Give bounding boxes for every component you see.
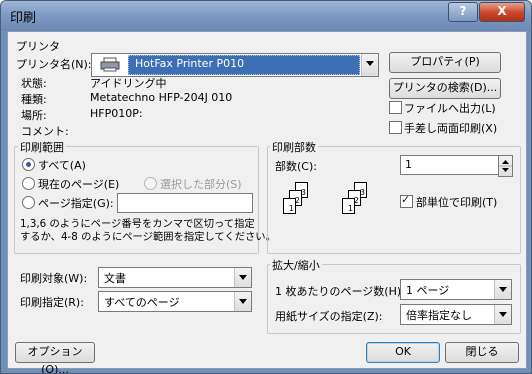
ok-button[interactable]: OK — [366, 342, 440, 363]
copies-input[interactable]: 1 — [400, 155, 500, 175]
printer-name-label: プリンタ名(N): — [16, 58, 92, 71]
pages-per-sheet-label: 1 枚あたりのページ数(H): — [275, 285, 405, 298]
print-to-file-label[interactable]: ファイルへ出力(L) — [404, 100, 496, 116]
dialog-client: プリンタ プリンタ名(N): HotFax Printer P010 状態: ア… — [7, 31, 527, 373]
title-bar[interactable]: 印刷 ? X — [1, 1, 531, 31]
comment-label: コメント: — [21, 125, 69, 138]
find-printer-button[interactable]: プリンタの検索(D)... — [389, 78, 501, 99]
collate-page: 1 — [283, 198, 296, 214]
printer-selected-highlight: HotFax Printer P010 — [128, 55, 360, 75]
range-current-page-radio[interactable] — [22, 177, 35, 190]
print-what-dropdown-arrow[interactable] — [234, 268, 251, 287]
print-what-value: 文書 — [104, 272, 126, 285]
type-label: 種類: — [21, 93, 47, 106]
collate-checkbox[interactable] — [400, 193, 413, 208]
pages-per-sheet-dropdown-arrow[interactable] — [494, 280, 511, 299]
status-label: 状態: — [21, 77, 47, 90]
pages-per-sheet-value: 1 ページ — [406, 284, 450, 297]
scale-value: 倍率指定なし — [406, 309, 472, 322]
copies-count-label: 部数(C): — [275, 160, 317, 173]
help-button[interactable]: ? — [448, 2, 478, 22]
range-all-label[interactable]: すべて(A) — [38, 157, 86, 173]
printer-dropdown-arrow[interactable] — [361, 54, 378, 76]
print-what-select[interactable]: 文書 — [98, 267, 252, 288]
print-range-label: 印刷範囲 — [18, 139, 66, 155]
pages-per-sheet-select[interactable]: 1 ページ — [400, 279, 512, 300]
print-pages-dropdown-arrow[interactable] — [234, 292, 251, 311]
collate-page-number: 1 — [347, 204, 353, 213]
print-dialog: 印刷 ? X プリンタ プリンタ名(N): HotFax Printer P01… — [0, 0, 532, 374]
location-value: HFP010P: — [90, 107, 143, 120]
status-value: アイドリング中 — [90, 77, 167, 90]
range-all-radio[interactable] — [22, 158, 35, 171]
printer-select[interactable]: HotFax Printer P010 — [91, 53, 379, 77]
close-button[interactable]: 閉じる — [445, 342, 519, 363]
location-label: 場所: — [21, 109, 47, 122]
collate-page-number: 1 — [288, 204, 294, 213]
range-selection-label[interactable]: 選択した部分(S) — [160, 176, 242, 192]
close-window-button[interactable]: X — [479, 2, 525, 22]
range-pages-radio[interactable] — [22, 196, 35, 209]
properties-button[interactable]: プロパティ(P) — [389, 52, 501, 73]
scale-dropdown-arrow[interactable] — [494, 305, 511, 324]
print-pages-label: 印刷指定(R): — [20, 296, 84, 309]
printer-icon — [95, 56, 125, 72]
range-pages-label[interactable]: ページ指定(G): — [38, 195, 114, 211]
printer-selected-name: HotFax Printer P010 — [135, 57, 245, 70]
print-what-label: 印刷対象(W): — [20, 272, 88, 285]
manual-duplex-label[interactable]: 手差し両面印刷(X) — [404, 120, 497, 136]
range-help-line-2: するか、4-8 のようにページ範囲を指定してください。 — [20, 231, 276, 243]
manual-duplex-checkbox[interactable] — [389, 121, 402, 134]
dialog-title: 印刷 — [10, 11, 37, 26]
print-pages-select[interactable]: すべてのページ — [98, 291, 252, 312]
zoom-group-label: 拡大/縮小 — [270, 257, 322, 273]
options-button[interactable]: オプション(O)... — [15, 342, 95, 373]
scale-label: 用紙サイズの指定(Z): — [275, 310, 383, 323]
type-value: Metatechno HFP-204J 010 — [90, 91, 233, 104]
range-selection-radio[interactable] — [144, 177, 157, 190]
copies-group-label: 印刷部数 — [270, 139, 318, 155]
printer-group-label: プリンタ — [16, 40, 60, 53]
page-range-input[interactable] — [117, 193, 253, 213]
collate-label[interactable]: 部単位で印刷(T) — [416, 194, 497, 210]
copies-value: 1 — [405, 158, 412, 171]
range-current-page-label[interactable]: 現在のページ(E) — [38, 176, 119, 192]
print-pages-value: すべてのページ — [104, 296, 180, 309]
scale-select[interactable]: 倍率指定なし — [400, 304, 512, 325]
copies-spinner[interactable] — [498, 155, 513, 177]
collate-page: 1 — [342, 198, 355, 214]
print-to-file-checkbox[interactable] — [389, 101, 402, 114]
